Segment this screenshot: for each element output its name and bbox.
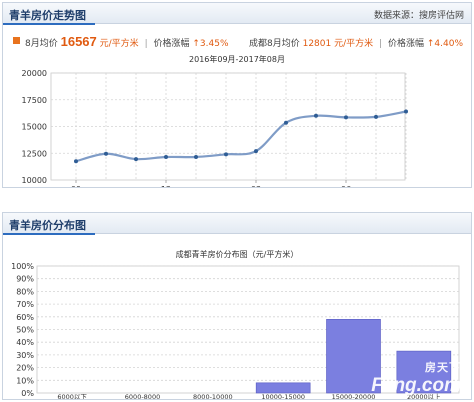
- trend-y-tick-label: 20000: [22, 69, 47, 78]
- watermark-top-text: 房天下: [425, 361, 461, 374]
- local-avg-unit: 元/平方米: [99, 39, 139, 49]
- distribution-x-tick-label: 10000-15000: [261, 393, 305, 399]
- distribution-y-tick-label: 10%: [16, 376, 34, 385]
- data-source-note: 数据来源：搜房评估网: [373, 11, 464, 21]
- local-avg-label: 8月均价: [25, 39, 58, 49]
- distribution-x-tick-label: 8000-10000: [193, 393, 233, 399]
- distribution-y-tick-label: 100%: [11, 262, 34, 271]
- distribution-bar: [255, 382, 311, 394]
- distribution-y-tick-label: 70%: [16, 300, 34, 309]
- distribution-y-tick-label: 20%: [16, 364, 34, 373]
- trend-data-point: [344, 115, 348, 120]
- trend-panel: 青羊房价走势图 数据来源：搜房评估网 8月均价 16567 元/平方米 | 价格…: [2, 2, 472, 188]
- local-change-value: ↑3.45%: [192, 39, 229, 49]
- trend-x-tick-label: 09: [71, 185, 81, 187]
- distribution-y-axis: 0% 10% 20% 30% 40% 50% 60% 70% 80% 90% 100%: [11, 262, 34, 398]
- city-price-stats: 成都8月均价 12801 元/平方米 | 价格涨幅 ↑4.40%: [249, 36, 463, 49]
- trend-data-point: [284, 120, 288, 125]
- trend-data-point: [164, 154, 168, 159]
- trend-data-point: [374, 114, 378, 119]
- trend-data-point: [314, 113, 318, 118]
- trend-x-tick-label: 12: [161, 185, 171, 187]
- price-trend-line-chart: 2016年09月-2017年08月 10000 12500 15000 17500 20…: [22, 54, 408, 187]
- city-avg-value: 12801: [302, 39, 332, 49]
- watermark-logo-text: Fang.com: [371, 375, 461, 396]
- distribution-panel-title: 青羊房价分布图: [9, 219, 86, 232]
- trend-data-point: [224, 152, 228, 157]
- distribution-y-tick-label: 40%: [16, 338, 34, 347]
- fang-watermark: 房天下 Fang.com: [341, 359, 461, 397]
- trend-data-point: [134, 157, 138, 162]
- city-change-label: 价格涨幅: [387, 39, 424, 49]
- square-bullet-icon: [13, 37, 20, 44]
- city-avg-label: 成都8月均价: [249, 39, 300, 49]
- trend-grid: [50, 72, 407, 181]
- distribution-chart-title: 成都青羊房价分布图（元/平方米）: [176, 249, 299, 259]
- distribution-x-tick-label: 6000-8000: [125, 393, 160, 399]
- trend-data-point: [74, 159, 78, 164]
- trend-x-axis: 09 12 03 06: [71, 180, 351, 187]
- local-change-label: 价格涨幅: [153, 39, 190, 49]
- distribution-x-tick-label: 6000以下: [57, 393, 87, 399]
- trend-x-tick-label: 03: [251, 185, 261, 187]
- stat-divider: |: [379, 39, 383, 49]
- trend-x-tick-label: 06: [341, 185, 351, 187]
- city-avg-unit: 元/平方米: [334, 39, 374, 49]
- trend-y-tick-label: 15000: [22, 123, 47, 132]
- distribution-y-tick-label: 30%: [16, 351, 34, 360]
- distribution-y-tick-label: 0%: [21, 389, 34, 398]
- trend-y-tick-label: 12500: [22, 149, 47, 158]
- distribution-y-tick-label: 50%: [16, 326, 34, 335]
- local-price-stats: 8月均价 16567 元/平方米 | 价格涨幅 ↑3.45%: [25, 34, 229, 49]
- local-avg-value: 16567: [60, 34, 97, 49]
- distribution-y-tick-label: 80%: [16, 287, 34, 296]
- distribution-panel: 青羊房价分布图 成都青羊房价分布图（元/平方米） 0% 10% 20% 30% 40% 5…: [2, 212, 472, 400]
- trend-data-point: [254, 149, 258, 154]
- trend-panel-title: 青羊房价走势图: [9, 9, 86, 22]
- stat-divider: |: [144, 39, 148, 49]
- distribution-y-tick-label: 60%: [16, 313, 34, 322]
- price-stats-row: 8月均价 16567 元/平方米 | 价格涨幅 ↑3.45% 成都8月均价 12…: [13, 33, 463, 49]
- distribution-panel-header: 青羊房价分布图: [3, 213, 471, 234]
- title-accent-bar: [3, 23, 95, 25]
- trend-chart-title: 2016年09月-2017年08月: [189, 54, 285, 64]
- trend-data-point: [104, 151, 108, 156]
- trend-y-axis: 10000 12500 15000 17500 20000: [22, 69, 47, 185]
- trend-panel-header: 青羊房价走势图 数据来源：搜房评估网: [3, 3, 471, 24]
- trend-data-point: [194, 154, 198, 159]
- trend-y-tick-label: 17500: [22, 96, 47, 105]
- trend-data-point: [404, 109, 408, 114]
- distribution-y-tick-label: 90%: [16, 275, 34, 284]
- city-change-value: ↑4.40%: [426, 39, 463, 49]
- trend-y-tick-label: 10000: [22, 176, 47, 185]
